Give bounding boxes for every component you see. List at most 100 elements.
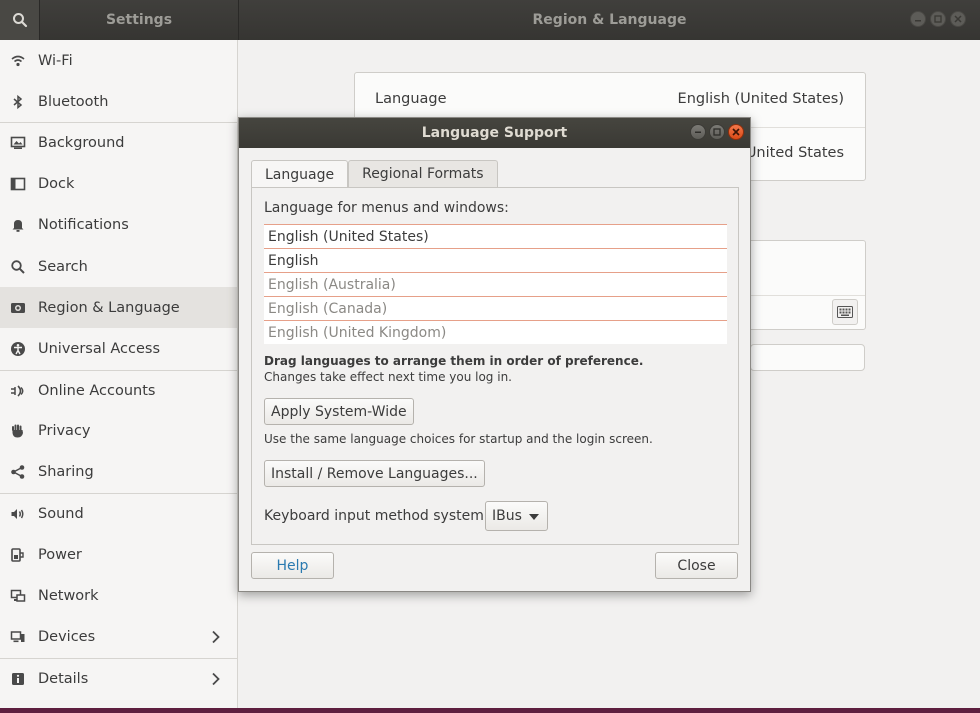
apply-hint: Use the same language choices for startu… (264, 432, 653, 446)
sidebar-item-label: Background (38, 135, 125, 152)
sidebar-item-background[interactable]: Background (0, 122, 237, 163)
accessibility-icon (10, 341, 26, 357)
region-icon (10, 300, 26, 316)
bell-icon (10, 217, 26, 233)
tab-language[interactable]: Language (251, 160, 349, 188)
language-row-label[interactable]: Language (375, 91, 447, 107)
keyboard-layout-button[interactable] (832, 299, 858, 325)
language-list-item[interactable]: English (Australia) (264, 272, 727, 296)
tab-regional-formats[interactable]: Regional Formats (348, 160, 498, 187)
title-bar-left: Settings (0, 0, 238, 40)
minimize-icon (695, 131, 701, 133)
maximize-icon (713, 128, 721, 136)
sidebar: Wi-Fi Bluetooth Background Dock Notifica… (0, 40, 238, 708)
dialog-window-controls (690, 124, 744, 140)
sidebar-item-label: Search (38, 258, 88, 275)
language-tab-panel: Language for menus and windows: English … (251, 187, 739, 545)
sidebar-item-bluetooth[interactable]: Bluetooth (0, 81, 237, 122)
keyboard-icon (837, 306, 853, 318)
dialog-tabs: Language Regional Formats (251, 160, 498, 188)
sidebar-item-network[interactable]: Network (0, 575, 237, 616)
window-controls (910, 11, 966, 27)
effect-hint: Changes take effect next time you log in… (264, 370, 512, 384)
maximize-button[interactable] (930, 11, 946, 27)
sidebar-item-label: Universal Access (38, 340, 161, 357)
language-list-label: Language for menus and windows: (264, 200, 509, 216)
sidebar-item-label: Dock (38, 176, 75, 193)
language-list-item[interactable]: English (264, 248, 727, 272)
drag-hint: Drag languages to arrange them in order … (264, 354, 644, 368)
info-icon (10, 671, 26, 687)
wifi-icon (10, 53, 26, 69)
formats-row-value[interactable]: United States (746, 145, 844, 161)
sidebar-item-online-accounts[interactable]: Online Accounts (0, 369, 237, 411)
sidebar-item-label: Sound (38, 506, 84, 523)
sidebar-item-label: Devices (38, 629, 96, 646)
minimize-icon (915, 20, 921, 22)
sidebar-item-power[interactable]: Power (0, 534, 237, 575)
dialog-close-button[interactable] (728, 124, 744, 140)
app-title: Settings (105, 12, 173, 28)
sidebar-item-label: Bluetooth (38, 93, 109, 110)
sidebar-item-sound[interactable]: Sound (0, 493, 237, 534)
chevron-right-icon (212, 672, 220, 685)
panel-title: Region & Language (532, 12, 687, 28)
search-icon (12, 13, 27, 28)
sidebar-item-privacy[interactable]: Privacy (0, 411, 237, 452)
sidebar-item-label: Notifications (38, 217, 129, 234)
help-button[interactable]: Help (251, 552, 334, 579)
language-list: English (United States) English English … (264, 224, 727, 344)
desktop-wallpaper (0, 708, 980, 713)
language-list-item[interactable]: English (United States) (264, 224, 727, 248)
sidebar-item-label: Wi-Fi (38, 52, 73, 69)
speaker-icon (10, 506, 26, 522)
add-input-source-button[interactable] (750, 344, 865, 371)
sidebar-item-wifi[interactable]: Wi-Fi (0, 40, 237, 81)
minimize-button[interactable] (910, 11, 926, 27)
sidebar-item-label: Online Accounts (38, 382, 156, 399)
search-icon (10, 259, 26, 275)
language-list-item[interactable]: English (Canada) (264, 296, 727, 320)
sidebar-item-label: Details (38, 670, 89, 687)
sidebar-item-search[interactable]: Search (0, 246, 237, 287)
sidebar-item-label: Sharing (38, 464, 94, 481)
dialog-maximize-button[interactable] (709, 124, 725, 140)
title-bar: Settings Region & Language (0, 0, 980, 40)
sidebar-item-universal-access[interactable]: Universal Access (0, 328, 237, 369)
sidebar-item-label: Privacy (38, 423, 91, 440)
sidebar-item-dock[interactable]: Dock (0, 164, 237, 205)
close-window-button[interactable] (950, 11, 966, 27)
input-method-select[interactable]: IBus (485, 501, 548, 531)
maximize-icon (934, 15, 942, 23)
bluetooth-icon (10, 94, 26, 110)
dialog-minimize-button[interactable] (690, 124, 706, 140)
sidebar-item-devices[interactable]: Devices (0, 617, 237, 658)
online-accounts-icon (10, 383, 26, 399)
search-button[interactable] (0, 0, 40, 40)
sidebar-item-sharing[interactable]: Sharing (0, 452, 237, 493)
close-icon (954, 15, 962, 23)
input-method-value: IBus (492, 508, 522, 524)
sidebar-item-label: Network (38, 588, 99, 605)
install-remove-languages-button[interactable]: Install / Remove Languages... (264, 460, 485, 487)
language-support-dialog: Language Support Language Regional Forma… (238, 117, 751, 592)
language-list-item[interactable]: English (United Kingdom) (264, 320, 727, 344)
dialog-title-bar: Language Support (239, 118, 750, 148)
power-icon (10, 547, 26, 563)
dock-icon (10, 176, 26, 192)
network-icon (10, 588, 26, 604)
share-icon (10, 464, 26, 480)
sidebar-item-details[interactable]: Details (0, 657, 237, 699)
apply-system-wide-button[interactable]: Apply System-Wide (264, 398, 414, 425)
language-row-value[interactable]: English (United States) (678, 91, 844, 107)
close-button[interactable]: Close (655, 552, 738, 579)
sidebar-item-region-language[interactable]: Region & Language (0, 287, 237, 329)
devices-icon (10, 629, 26, 645)
dropdown-arrow-icon (529, 514, 539, 520)
close-icon (732, 128, 740, 136)
input-method-label: Keyboard input method system: (264, 508, 489, 524)
chevron-right-icon (212, 630, 220, 643)
dialog-title: Language Support (421, 125, 568, 141)
hand-icon (10, 423, 26, 439)
sidebar-item-notifications[interactable]: Notifications (0, 205, 237, 246)
